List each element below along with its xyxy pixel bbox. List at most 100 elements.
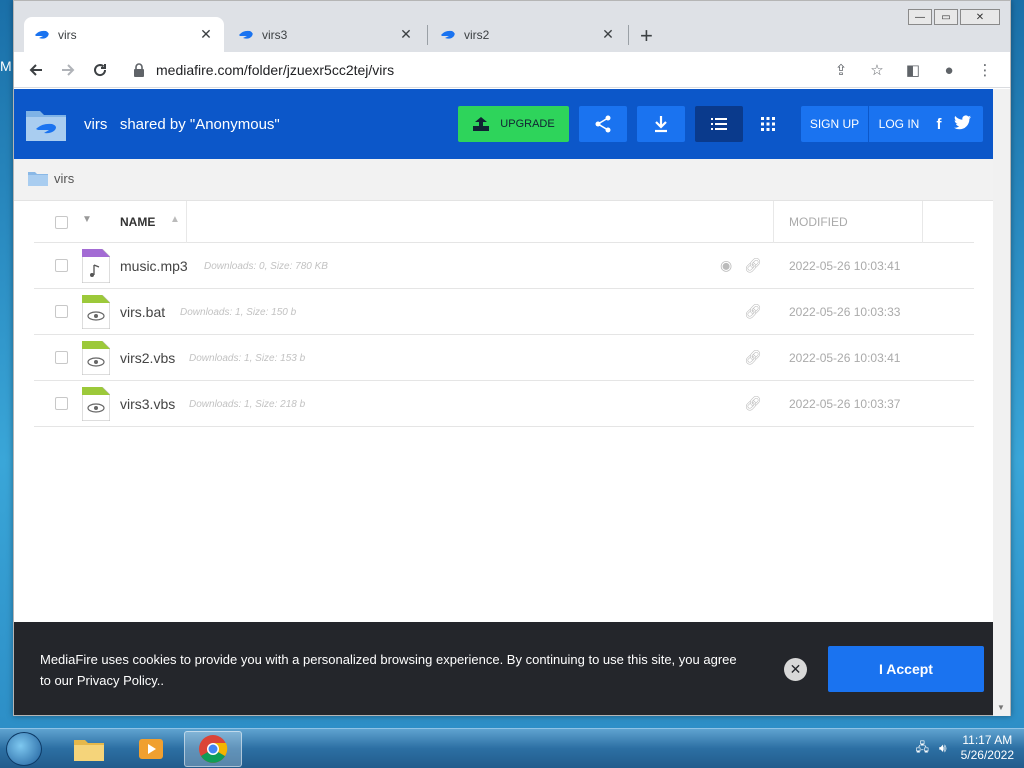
list-view-button[interactable] [695,106,743,142]
taskbar-explorer[interactable] [60,731,118,767]
bookmark-star-icon[interactable]: ☆ [866,61,888,79]
clock-date: 5/26/2022 [960,748,1014,762]
column-divider [773,201,774,243]
audio-file-icon [82,249,110,283]
system-tray: 🖧︎ 🔊︎ 11:17 AM 5/26/2022 [916,733,1014,763]
close-icon[interactable]: ✕ [784,658,807,681]
file-row[interactable]: music.mp3 Downloads: 0, Size: 780 KB ◉ 🔗… [34,243,974,289]
chrome-icon [199,735,228,763]
network-icon[interactable]: 🖧︎ [916,738,929,759]
file-modified: 2022-05-26 10:03:41 [789,259,901,273]
column-divider [922,201,923,243]
window-controls: — ▭ ✕ [906,9,1000,25]
link-icon[interactable]: 🔗︎ [744,395,762,412]
row-checkbox[interactable] [55,351,68,364]
auth-buttons: SIGN UP LOG IN f [801,106,983,142]
tab-title: virs [58,27,77,42]
upgrade-button[interactable]: UPGRADE [458,106,569,142]
tab-virs2[interactable]: virs2 ✕ [430,17,626,52]
tab-virs3[interactable]: virs3 ✕ [228,17,424,52]
close-tab-icon[interactable]: ✕ [198,26,214,43]
link-icon[interactable]: 🔗︎ [744,257,762,274]
column-header-modified[interactable]: MODIFIED [789,215,848,229]
select-dropdown-icon[interactable]: ▼ [82,214,92,225]
sort-ascending-icon[interactable]: ▲ [170,214,180,225]
accept-cookies-button[interactable]: I Accept [828,646,984,692]
taskbar-chrome[interactable] [184,731,242,767]
profile-avatar-icon[interactable]: ● [938,62,960,79]
minimize-button[interactable]: — [908,9,932,25]
link-icon[interactable]: 🔗︎ [744,303,762,320]
row-checkbox[interactable] [55,397,68,410]
address-bar[interactable]: mediafire.com/folder/jzuexr5cc2tej/virs … [122,55,1000,85]
file-meta: Downloads: 0, Size: 780 KB [204,261,328,272]
file-modified: 2022-05-26 10:03:37 [789,397,901,411]
back-arrow-icon [29,63,42,76]
tab-title: virs2 [464,27,490,42]
mediafire-favicon-icon [35,30,49,39]
play-icon[interactable]: ◉ [720,257,732,274]
scroll-down-icon[interactable]: ▼ [997,703,1005,712]
row-checkbox[interactable] [55,259,68,272]
side-panel-icon[interactable]: ◧ [902,61,924,79]
clock[interactable]: 11:17 AM 5/26/2022 [961,733,1014,763]
close-tab-icon[interactable]: ✕ [398,26,414,43]
breadcrumb: virs [14,159,994,201]
download-button[interactable] [637,106,685,142]
tab-virs[interactable]: virs ✕ [24,17,224,52]
grid-view-button[interactable] [753,106,783,142]
link-icon[interactable]: 🔗︎ [744,349,762,366]
select-all-checkbox[interactable] [55,216,68,229]
start-button[interactable] [6,732,42,766]
mediafire-favicon-icon [239,30,253,39]
browser-titlebar: virs ✕ virs3 ✕ virs2 ✕ + — ▭ ✕ [14,1,1010,52]
close-tab-icon[interactable]: ✕ [600,26,616,43]
menu-kebab-icon[interactable]: ⋮ [974,61,996,79]
share-icon [595,115,611,133]
log-in-button[interactable]: LOG IN [869,117,929,131]
file-meta: Downloads: 1, Size: 150 b [180,307,297,318]
mediafire-favicon-icon [441,30,455,39]
row-checkbox[interactable] [55,305,68,318]
maximize-button[interactable]: ▭ [934,9,958,25]
close-window-button[interactable]: ✕ [960,9,1000,25]
file-name[interactable]: music.mp3 [120,258,188,274]
forward-arrow-icon [62,63,75,76]
file-row[interactable]: virs.bat Downloads: 1, Size: 150 b 🔗︎ 20… [34,289,974,335]
upgrade-label: UPGRADE [500,118,555,130]
file-name[interactable]: virs.bat [120,304,165,320]
url-text: mediafire.com/folder/jzuexr5cc2tej/virs [156,62,395,78]
file-row[interactable]: virs2.vbs Downloads: 1, Size: 153 b 🔗︎ 2… [34,335,974,381]
file-name[interactable]: virs3.vbs [120,396,175,412]
file-row[interactable]: virs3.vbs Downloads: 1, Size: 218 b 🔗︎ 2… [34,381,974,427]
executable-file-icon [82,341,110,375]
lock-icon [134,63,144,77]
volume-icon[interactable]: 🔊︎ [939,741,947,756]
facebook-icon[interactable]: f [929,116,949,133]
share-page-icon[interactable]: ⇪ [830,61,852,79]
twitter-icon[interactable] [949,114,977,134]
column-header-name[interactable]: NAME [120,215,155,229]
reload-icon [94,63,107,76]
vertical-scrollbar[interactable]: ▼ [993,89,1010,716]
taskbar: 🖧︎ 🔊︎ 11:17 AM 5/26/2022 [0,728,1024,768]
back-button[interactable] [20,54,52,86]
folder-icon [26,111,66,141]
tab-separator [628,25,629,45]
file-name[interactable]: virs2.vbs [120,350,175,366]
grid-view-icon [761,117,775,131]
breadcrumb-item[interactable]: virs [28,170,74,186]
cookie-message: MediaFire uses cookies to provide you wi… [40,652,737,688]
reload-button[interactable] [84,54,116,86]
media-player-icon [139,739,163,759]
desktop-icon-label[interactable]: M [0,58,12,74]
new-tab-button[interactable]: + [640,23,653,49]
cookie-banner: MediaFire uses cookies to provide you wi… [14,622,994,715]
taskbar-media-player[interactable] [122,731,180,767]
file-explorer-icon [74,740,104,761]
forward-button[interactable] [52,54,84,86]
share-button[interactable] [579,106,627,142]
mediafire-header: virs shared by "Anonymous" UPGRADE SIGN … [14,89,994,159]
folder-icon [28,172,48,186]
sign-up-button[interactable]: SIGN UP [801,106,869,142]
